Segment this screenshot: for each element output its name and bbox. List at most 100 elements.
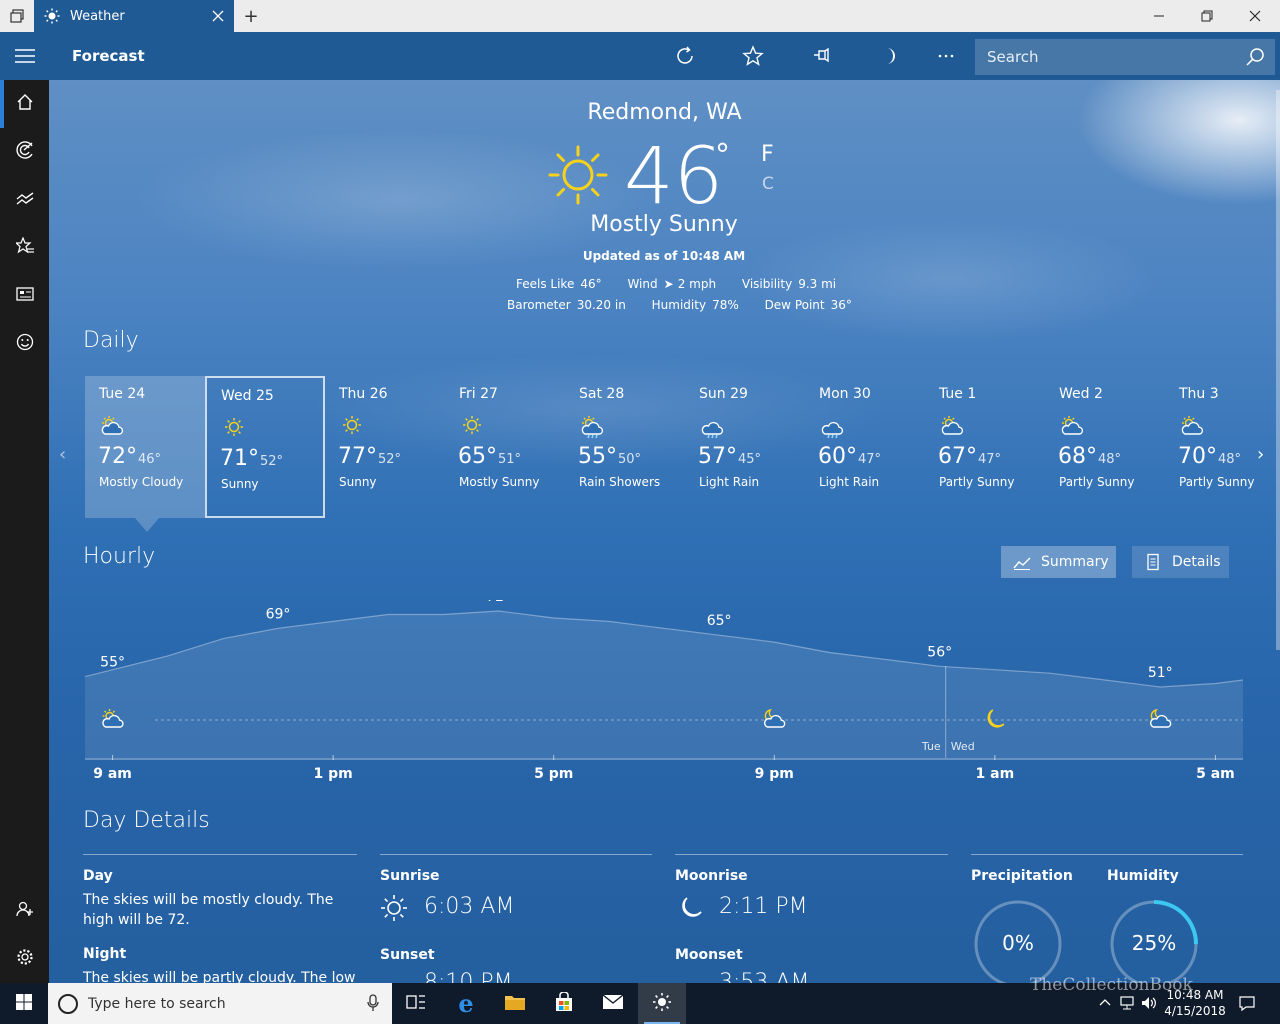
tray-overflow-icon[interactable] bbox=[1096, 994, 1114, 1012]
day-condition: Light Rain bbox=[699, 475, 760, 489]
divider bbox=[380, 854, 652, 855]
nav-forecast[interactable] bbox=[0, 80, 49, 128]
stat-value: 78% bbox=[712, 298, 739, 312]
divider bbox=[675, 854, 948, 855]
hourly-temp-label: 56° bbox=[927, 644, 952, 660]
refresh-icon[interactable] bbox=[671, 42, 699, 70]
daily-card[interactable]: Tue 1 67° 47° Partly Sunny bbox=[925, 376, 1045, 518]
nav-account[interactable] bbox=[0, 887, 49, 935]
search-input[interactable] bbox=[975, 48, 1225, 66]
rain-showers-icon bbox=[579, 414, 605, 439]
task-view-button[interactable] bbox=[392, 983, 440, 1024]
daily-card[interactable]: Tue 24 72° 46° Mostly Cloudy bbox=[85, 376, 205, 532]
weather-sun-icon bbox=[652, 992, 672, 1016]
search-icon[interactable] bbox=[1245, 47, 1265, 67]
day-low: 51° bbox=[498, 452, 522, 467]
star-favorite-icon[interactable] bbox=[739, 42, 767, 70]
nav-news[interactable] bbox=[0, 272, 49, 320]
temperature-area bbox=[85, 611, 1243, 760]
notifications-icon[interactable] bbox=[1238, 994, 1256, 1012]
pin-icon[interactable] bbox=[808, 42, 836, 70]
daily-card[interactable]: Fri 27 65° 51° Mostly Sunny bbox=[445, 376, 565, 518]
day-high: 65° bbox=[458, 444, 497, 469]
taskbar-mail[interactable] bbox=[589, 983, 637, 1024]
summary-toggle-button[interactable]: Summary bbox=[1001, 546, 1116, 578]
day-high: 71° bbox=[220, 446, 259, 471]
stat-label: Dew Point bbox=[764, 298, 825, 312]
nav-places[interactable] bbox=[0, 224, 49, 272]
humidity-value: 25% bbox=[1131, 931, 1177, 955]
clock-date: 4/15/2018 bbox=[1164, 1004, 1226, 1018]
network-icon[interactable] bbox=[1118, 994, 1136, 1012]
taskbar-weather[interactable] bbox=[638, 983, 686, 1024]
sunrise-icon bbox=[380, 894, 408, 922]
tab-actions-icon[interactable] bbox=[0, 0, 34, 32]
close-tab-icon[interactable] bbox=[210, 8, 226, 24]
restore-button[interactable] bbox=[1184, 0, 1230, 32]
close-window-button[interactable] bbox=[1232, 0, 1278, 32]
daily-card[interactable]: Sun 29 57° 45° Light Rain bbox=[685, 376, 805, 518]
volume-icon[interactable] bbox=[1140, 994, 1158, 1012]
day-low: 47° bbox=[858, 452, 882, 467]
tab-weather[interactable]: Weather bbox=[34, 0, 234, 32]
nav-feedback[interactable] bbox=[0, 320, 49, 368]
stat-value: 36° bbox=[830, 298, 852, 312]
hamburger-menu-icon[interactable] bbox=[0, 32, 49, 80]
daily-card[interactable]: Sat 28 55° 50° Rain Showers bbox=[565, 376, 685, 518]
watermark-text: TheCollectionBook bbox=[1030, 975, 1193, 995]
nav-historical[interactable] bbox=[0, 176, 49, 224]
daily-card[interactable]: Thu 3 70° 48° Partly Sunny bbox=[1165, 376, 1280, 518]
day-high: 70° bbox=[1178, 444, 1217, 469]
more-options-icon[interactable] bbox=[932, 42, 960, 70]
daily-card[interactable]: Mon 30 60° 47° Light Rain bbox=[805, 376, 925, 518]
daily-prev-icon[interactable]: ‹ bbox=[59, 444, 73, 465]
daily-card[interactable]: Wed 2 68° 48° Partly Sunny bbox=[1045, 376, 1165, 518]
search-box bbox=[975, 39, 1275, 75]
hourly-temp-label: 51° bbox=[1148, 665, 1173, 681]
unit-celsius[interactable]: C bbox=[762, 174, 774, 194]
day-label: Mon 30 bbox=[819, 386, 871, 402]
hour-label: 5 am bbox=[1196, 766, 1235, 782]
night-mode-icon[interactable] bbox=[874, 42, 902, 70]
daily-card[interactable]: Wed 25 71° 52° Sunny bbox=[205, 376, 325, 518]
day-low: 52° bbox=[378, 452, 402, 467]
partly-sunny-icon bbox=[939, 414, 965, 436]
unit-fahrenheit[interactable]: F bbox=[761, 142, 774, 167]
new-tab-button[interactable]: + bbox=[240, 6, 262, 27]
microphone-icon[interactable] bbox=[366, 994, 380, 1012]
taskbar-edge[interactable]: e bbox=[442, 983, 490, 1024]
daily-card[interactable]: Thu 26 77° 52° Sunny bbox=[325, 376, 445, 518]
taskbar-file-explorer[interactable] bbox=[491, 983, 539, 1024]
edge-icon: e bbox=[458, 989, 474, 1018]
store-bag-icon bbox=[554, 990, 574, 1016]
day-label: Thu 3 bbox=[1179, 386, 1219, 402]
forecast-main: Redmond, WA 46 ° F C Mostly Sunny Update… bbox=[49, 80, 1280, 983]
day-label: Tue 24 bbox=[99, 386, 146, 402]
sunny-icon bbox=[547, 144, 609, 206]
nav-rail bbox=[0, 80, 49, 983]
taskbar-store[interactable] bbox=[540, 983, 588, 1024]
details-toggle-button[interactable]: Details bbox=[1132, 546, 1229, 578]
day-text: The skies will be mostly cloudy. The hig… bbox=[83, 892, 334, 928]
minimize-button[interactable] bbox=[1136, 0, 1182, 32]
precipitation-value: 0% bbox=[1002, 931, 1034, 955]
cortana-icon bbox=[58, 993, 78, 1014]
start-button[interactable] bbox=[0, 983, 48, 1024]
title-bar: Weather + bbox=[0, 0, 1280, 32]
degree-symbol: ° bbox=[715, 138, 730, 173]
taskbar-search-placeholder: Type here to search bbox=[88, 995, 226, 1012]
day-condition: Sunny bbox=[339, 475, 377, 489]
stat-value: 46° bbox=[580, 277, 602, 291]
nav-maps[interactable] bbox=[0, 128, 49, 176]
day-low: 48° bbox=[1098, 452, 1122, 467]
taskbar-search[interactable]: Type here to search bbox=[48, 983, 392, 1024]
moonset-time: 3:53 AM bbox=[719, 970, 810, 983]
partly-sunny-icon bbox=[1179, 414, 1205, 436]
day-label: Fri 27 bbox=[459, 386, 498, 402]
star-list-icon bbox=[13, 236, 34, 259]
day-low: 46° bbox=[138, 452, 162, 467]
nav-settings[interactable] bbox=[0, 935, 49, 983]
scrollbar[interactable] bbox=[1276, 90, 1280, 650]
night-text: The skies will be partly cloudy. The low bbox=[83, 970, 356, 983]
page-title: Forecast bbox=[72, 47, 145, 65]
